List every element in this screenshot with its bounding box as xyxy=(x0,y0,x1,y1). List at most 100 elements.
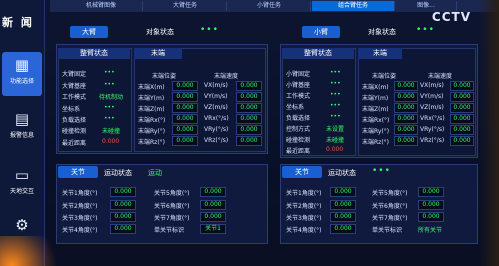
joint-value: 0.000 xyxy=(330,200,356,210)
end-pos-label: 末端Rx(°) xyxy=(138,117,166,124)
big-arm-row-label: 大臂基座 xyxy=(62,83,87,90)
joint-label: 关节3角度(°) xyxy=(286,215,322,222)
small-arm-row-label: 负载选择 xyxy=(286,115,311,122)
end-speed-value: 0.000 xyxy=(236,125,262,135)
big-arm-end-title: 末端 xyxy=(134,48,182,59)
small-arm-row-label: 碰撞检测 xyxy=(286,137,311,144)
small-arm-motion-label: 运动状态 xyxy=(328,169,356,177)
sidebar-item-interaction[interactable]: ▭ 天地交互 xyxy=(2,162,42,206)
small-arm-row-value: ••• xyxy=(330,113,341,120)
end-pos-value: 0.000 xyxy=(394,136,418,146)
sidebar-item-function[interactable]: ▦ 功能选择 xyxy=(2,52,42,96)
end-pos-label: 末端Ry(°) xyxy=(362,128,390,135)
end-speed-label: VZ(m/s) xyxy=(420,104,444,111)
joint-value: 0.000 xyxy=(330,224,356,234)
big-arm-end-speed-title: 末端速度 xyxy=(214,73,239,80)
end-pos-value: 0.000 xyxy=(394,81,418,91)
gear-icon: ⚙ xyxy=(15,216,29,234)
end-pos-value: 0.000 xyxy=(172,92,198,102)
big-arm-row-label: 负载选择 xyxy=(62,117,87,124)
end-pos-label: 末端Rz(°) xyxy=(362,139,390,146)
big-arm-row-value: 待机制动 xyxy=(99,94,124,101)
news-logo: 新 闻 xyxy=(2,16,34,29)
end-pos-label: 末端Z(m) xyxy=(362,106,389,113)
end-pos-value: 0.000 xyxy=(394,125,418,135)
joint-value: 0.000 xyxy=(200,212,226,222)
big-arm-button[interactable]: 大臂 xyxy=(70,26,108,38)
small-arm-end-pos-title: 末端位姿 xyxy=(372,73,397,80)
big-arm-row-label: 最近距离 xyxy=(62,140,87,147)
big-arm-motion-label: 运动状态 xyxy=(104,169,132,177)
joint-label: 关节2角度(°) xyxy=(286,203,322,210)
sidebar-item-label: 报警信息 xyxy=(9,132,34,139)
joint-label: 关节2角度(°) xyxy=(62,203,98,210)
end-pos-label: 末端Y(m) xyxy=(362,95,389,102)
big-arm-object-state-indicator: ••• xyxy=(200,25,219,35)
small-arm-joint-title[interactable]: 关节 xyxy=(282,166,322,178)
small-arm-end-title: 末端 xyxy=(358,48,402,59)
end-pos-value: 0.000 xyxy=(394,103,418,113)
joint-label: 关节4角度(°) xyxy=(62,227,98,234)
sidebar-item-alarm[interactable]: ▤ 报警信息 xyxy=(2,106,42,150)
small-arm-row-value: ••• xyxy=(330,80,341,87)
small-arm-row-label: 小臂基座 xyxy=(286,82,311,89)
tab-combined-arm[interactable]: 组合臂任务 xyxy=(312,1,395,11)
end-speed-label: VRz(°/s) xyxy=(420,137,445,144)
joint-label: 关节6角度(°) xyxy=(372,203,408,210)
tab-arm-image[interactable]: 机械臂图像 xyxy=(60,1,143,11)
small-arm-motion-value: ••• xyxy=(372,166,391,176)
end-pos-value: 0.000 xyxy=(172,125,198,135)
big-arm-row-label: 工作模式 xyxy=(62,94,87,101)
joint-label: 关节1角度(°) xyxy=(62,190,98,197)
end-pos-value: 0.000 xyxy=(394,92,418,102)
end-speed-label: VX(m/s) xyxy=(204,82,228,89)
big-arm-row-value: ••• xyxy=(104,81,115,88)
end-speed-value: 0.000 xyxy=(450,81,474,91)
robot-arm-console: 新 闻 ▦ 功能选择 ▤ 报警信息 ▭ 天地交互 ⚙ 机械臂图像 大臂任务 小臂… xyxy=(0,0,499,266)
end-speed-label: VZ(m/s) xyxy=(204,104,228,111)
joint-value: 0.000 xyxy=(200,187,226,197)
end-pos-label: 末端Ry(°) xyxy=(138,128,166,135)
end-pos-value: 0.000 xyxy=(172,81,198,91)
end-pos-value: 0.000 xyxy=(172,114,198,124)
big-arm-whole-title: 整臂状态 xyxy=(58,48,130,59)
end-pos-label: 末端X(m) xyxy=(138,84,165,91)
joint-label: 关节7角度(°) xyxy=(154,215,190,222)
small-arm-button[interactable]: 小臂 xyxy=(302,26,340,38)
end-speed-label: VRy(°/s) xyxy=(204,126,229,133)
joint-label: 关节4角度(°) xyxy=(286,227,322,234)
cctv-watermark: CCTV xyxy=(431,10,471,24)
small-arm-row-value: 未设置 xyxy=(326,126,345,133)
big-arm-motion-value: 运动 xyxy=(148,169,162,177)
small-arm-row-value: ••• xyxy=(330,91,341,98)
tab-small-arm[interactable]: 小臂任务 xyxy=(228,1,311,11)
small-arm-whole-title: 整臂状态 xyxy=(282,48,354,59)
end-speed-label: VY(m/s) xyxy=(204,93,228,100)
end-speed-value: 0.000 xyxy=(450,136,474,146)
joint-value: 0.000 xyxy=(110,212,136,222)
small-arm-end-speed-title: 末端速度 xyxy=(428,73,453,80)
end-pos-value: 0.000 xyxy=(172,136,198,146)
book-icon: ▤ xyxy=(14,110,30,128)
big-arm-row-label: 碰撞检测 xyxy=(62,128,87,135)
small-arm-row-label: 坐标系 xyxy=(286,104,305,111)
end-speed-label: VRz(°/s) xyxy=(204,137,229,144)
end-speed-value: 0.000 xyxy=(236,114,262,124)
end-pos-label: 末端X(m) xyxy=(362,84,389,91)
big-arm-joint-title[interactable]: 关节 xyxy=(58,166,98,178)
big-arm-object-state-label: 对象状态 xyxy=(146,28,174,36)
big-arm-end-pos-title: 末端位姿 xyxy=(152,73,177,80)
tab-big-arm[interactable]: 大臂任务 xyxy=(144,1,227,11)
big-arm-row-value: 0.000 xyxy=(102,138,120,145)
small-arm-row-value: 未碰撞 xyxy=(326,137,345,144)
joint-value: 0.000 xyxy=(418,212,444,222)
joint-label: 单关节标识 xyxy=(372,227,403,234)
end-speed-value: 0.000 xyxy=(236,92,262,102)
end-pos-value: 0.000 xyxy=(394,114,418,124)
sidebar-item-label: 功能选择 xyxy=(9,78,34,85)
small-arm-object-state-indicator: ••• xyxy=(416,25,435,35)
joint-label: 关节7角度(°) xyxy=(372,215,408,222)
joint-label: 关节5角度(°) xyxy=(372,190,408,197)
end-pos-label: 末端Rz(°) xyxy=(138,139,166,146)
big-arm-row-label: 大臂固定 xyxy=(62,71,87,78)
